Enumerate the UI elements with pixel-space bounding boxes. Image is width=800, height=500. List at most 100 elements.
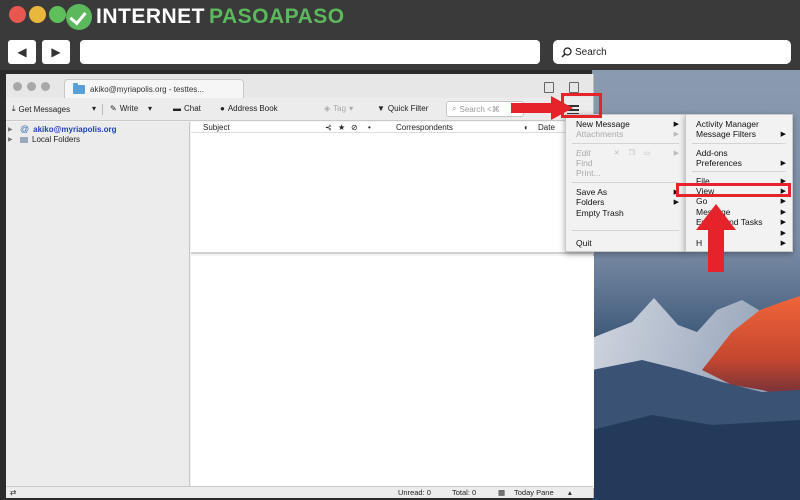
chevron-right-icon: ▶	[673, 150, 679, 157]
add-ons-label: Add-ons	[696, 148, 728, 158]
browser-title-bar: INTERNET PASOAPASO	[0, 0, 800, 36]
close-window-button[interactable]	[9, 6, 26, 23]
address-book-button[interactable]: ● Address Book	[220, 104, 278, 113]
write-label: Write	[119, 104, 139, 113]
get-messages-label: Get Messages	[18, 104, 71, 114]
chevron-right-icon: ▶	[673, 199, 679, 206]
empty-trash-label: Empty Trash	[576, 208, 624, 218]
message-list[interactable]: Subject ⊰ ★ ⊘ • Correspondents ◐ Date	[191, 122, 594, 254]
write-dropdown[interactable]: ▾	[148, 104, 152, 113]
menu-item-edit[interactable]: Edit ✕ ❐ ▭ ▶	[576, 148, 679, 158]
thunderbird-window: akiko@myriapolis.org - testtes... ⤓ Get …	[6, 74, 594, 498]
menu-item-folders[interactable]: Folders ▶	[576, 197, 679, 207]
app-minimize-button[interactable]	[27, 82, 36, 91]
column-subject[interactable]: Subject	[203, 123, 230, 132]
menu-item-save-as[interactable]: Save As ▶	[576, 187, 679, 197]
logo-text-pasoapaso: PASOAPASO	[209, 5, 345, 28]
download-icon: ⤓	[12, 104, 16, 113]
star-column-icon[interactable]: ★	[338, 123, 345, 132]
menu-item-new-message[interactable]: New Message ▶	[576, 119, 679, 129]
chevron-right-icon: ▶	[780, 240, 786, 247]
junk-column-icon[interactable]: ◐	[524, 123, 529, 132]
search-icon: ⌕	[452, 104, 457, 113]
get-messages-dropdown[interactable]: ▾	[92, 104, 96, 113]
edit-actions: ✕ ❐ ▭	[614, 149, 651, 157]
red-arrow-up-icon	[696, 204, 736, 272]
menu-item-preferences[interactable]: Preferences ▶	[696, 158, 786, 168]
status-bar: ⇄ Unread: 0 Total: 0 ▦ Today Pane ▴	[6, 486, 593, 498]
copy-icon[interactable]: ❐	[629, 149, 635, 157]
menu-item-message-filters[interactable]: Message Filters ▶	[696, 129, 786, 139]
quick-filter-button[interactable]: ▼ Quick Filter	[377, 104, 428, 113]
chevron-up-icon[interactable]: ▴	[568, 488, 572, 497]
preferences-label: Preferences	[696, 158, 742, 168]
tasks-icon[interactable]	[569, 82, 579, 93]
cut-icon[interactable]: ✕	[614, 149, 620, 157]
column-date[interactable]: Date	[538, 123, 555, 132]
today-pane-toggle[interactable]: Today Pane	[514, 488, 554, 497]
app-close-button[interactable]	[13, 82, 22, 91]
today-pane-calendar-icon: ▦	[498, 488, 506, 497]
local-folders-icon	[20, 136, 28, 143]
tag-icon: ◈	[324, 104, 331, 113]
menu-item-print[interactable]: Print...	[576, 168, 679, 178]
chevron-right-icon: ▶	[780, 219, 786, 226]
write-button[interactable]: ✎ Write	[110, 104, 138, 113]
menu-item-activity-manager[interactable]: Activity Manager	[696, 119, 786, 129]
paste-icon[interactable]: ▭	[644, 149, 651, 157]
read-column-icon[interactable]: •	[368, 123, 371, 132]
address-bar[interactable]	[80, 40, 540, 64]
menu-item-quit[interactable]: Quit	[576, 238, 679, 248]
chat-button[interactable]: ▬ Chat	[173, 104, 201, 113]
account-at-icon: @	[20, 124, 30, 134]
minimize-window-button[interactable]	[29, 6, 46, 23]
tab-inbox[interactable]: akiko@myriapolis.org - testtes...	[64, 79, 244, 98]
folder-pane: ▶ @ akiko@myriapolis.org ▶ Local Folders	[6, 122, 190, 488]
message-preview-pane	[191, 256, 594, 488]
quick-filter-label: Quick Filter	[387, 104, 429, 113]
forward-arrow-icon: ▶	[51, 45, 61, 59]
zoom-window-button[interactable]	[49, 6, 66, 23]
twisty-icon: ▶	[8, 126, 13, 133]
menu-divider	[572, 143, 679, 144]
browser-nav-bar: ◀ ▶ Search	[0, 36, 800, 70]
folder-tree-item-account[interactable]: ▶ @ akiko@myriapolis.org	[8, 124, 117, 134]
account-name: akiko@myriapolis.org	[33, 124, 117, 134]
folder-tree-item-local-folders[interactable]: ▶ Local Folders	[8, 135, 80, 144]
tab-title: akiko@myriapolis.org - testtes...	[90, 84, 204, 94]
red-arrow-right-icon	[511, 96, 573, 120]
chevron-right-icon: ▶	[673, 121, 679, 128]
app-title-bar: akiko@myriapolis.org - testtes...	[6, 74, 593, 98]
app-zoom-button[interactable]	[41, 82, 50, 91]
menu-item-empty-trash[interactable]: Empty Trash	[576, 208, 679, 218]
forward-button[interactable]: ▶	[42, 40, 70, 64]
chat-label: Chat	[184, 104, 201, 113]
folders-label: Folders	[576, 197, 605, 207]
menu-item-attachments[interactable]: Attachments ▶	[576, 129, 679, 139]
menu-item-add-ons[interactable]: Add-ons	[696, 148, 786, 158]
twisty-icon: ▶	[8, 137, 13, 143]
folder-icon	[73, 82, 85, 94]
site-logo: INTERNET PASOAPASO	[66, 3, 345, 31]
back-button[interactable]: ◀	[8, 40, 36, 64]
pencil-icon: ✎	[110, 104, 117, 113]
attachments-label: Attachments	[576, 129, 624, 139]
tag-label: Tag	[333, 104, 347, 113]
get-messages-button[interactable]: ⤓ Get Messages	[12, 104, 70, 114]
total-count: Total: 0	[452, 488, 477, 497]
chat-bubble-icon: ▬	[173, 104, 181, 113]
highlight-box-view-item	[676, 183, 791, 197]
browser-search-field[interactable]: Search	[553, 40, 791, 64]
funnel-icon: ▼	[377, 104, 385, 113]
column-correspondents[interactable]: Correspondents	[396, 123, 453, 132]
calendar-icon[interactable]	[544, 82, 554, 93]
mail-toolbar: ⤓ Get Messages ▾ ✎ Write ▾ ▬ Chat ● Addr…	[6, 98, 593, 121]
online-status-icon[interactable]: ⇄	[10, 488, 16, 497]
chevron-right-icon: ▶	[673, 131, 679, 138]
thread-column-icon[interactable]: ⊰	[325, 123, 332, 132]
tag-button[interactable]: ◈ Tag ▾	[324, 104, 353, 113]
message-filters-label: Message Filters	[696, 129, 756, 139]
app-menu-popup: New Message ▶ Attachments ▶ Edit ✕ ❐ ▭ ▶ Find…	[565, 114, 686, 252]
attachment-column-icon[interactable]: ⊘	[351, 123, 358, 132]
menu-item-find[interactable]: Find	[576, 158, 679, 168]
